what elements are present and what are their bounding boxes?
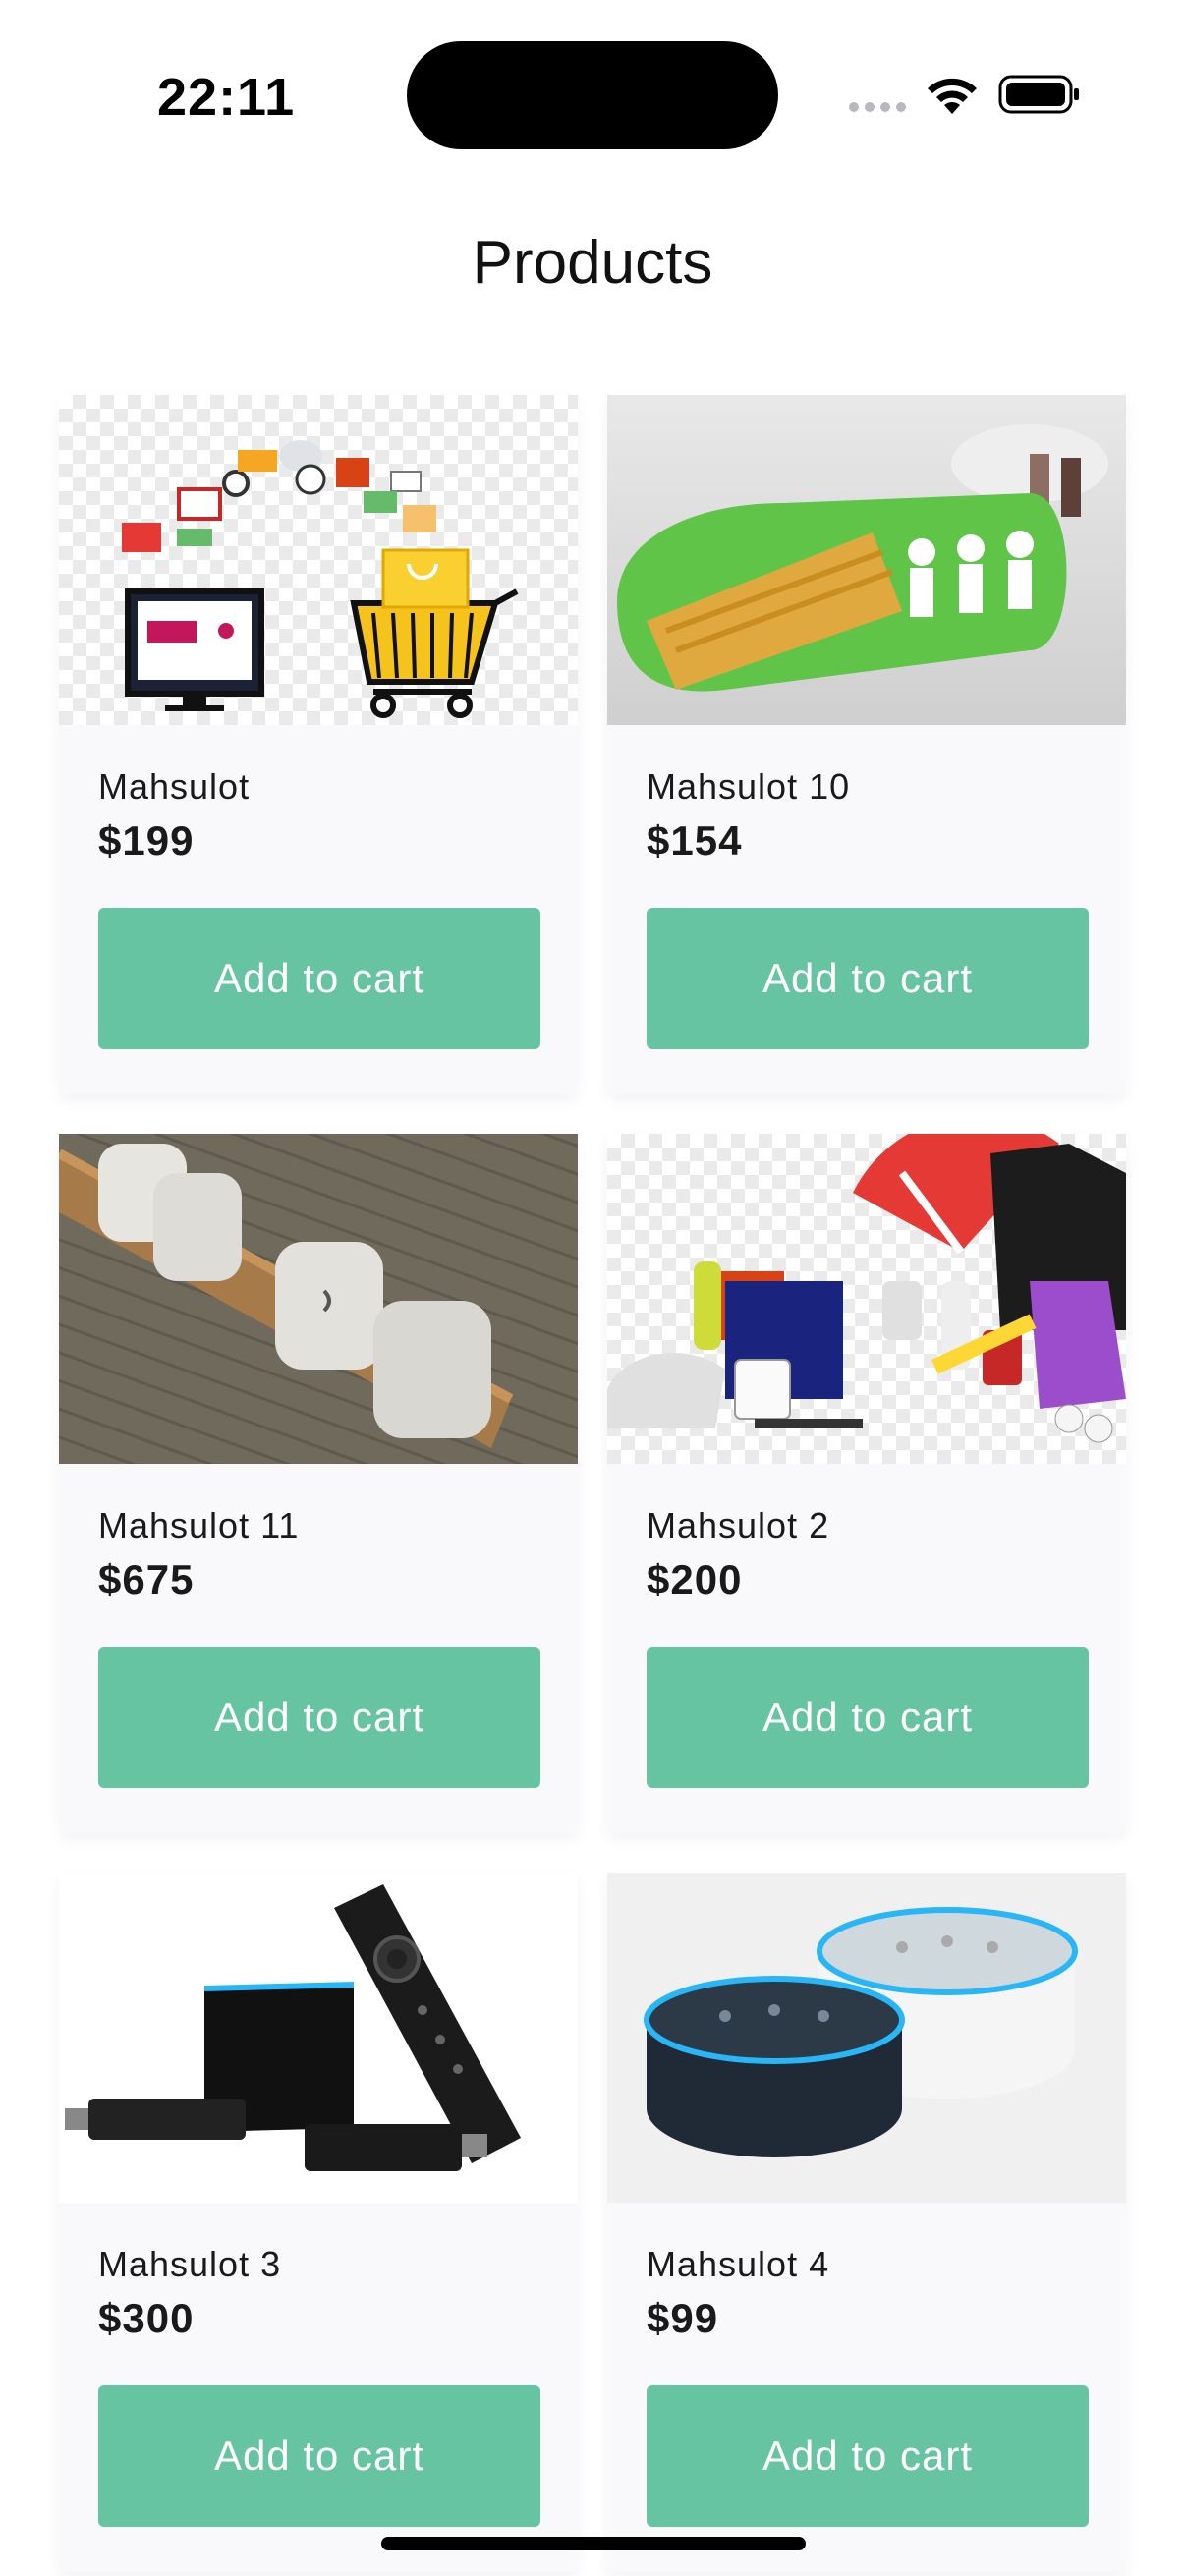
product-name: Mahsulot 2 xyxy=(647,1505,830,1545)
product-card[interactable]: Mahsulot 11 $675 Add to cart xyxy=(59,1134,578,1833)
add-to-cart-button[interactable]: Add to cart xyxy=(98,2385,540,2527)
dynamic-island xyxy=(407,41,778,149)
product-price: $199 xyxy=(98,817,195,864)
battery-icon xyxy=(998,75,1079,114)
promo-merchandise-image xyxy=(607,1134,1126,1464)
product-name: Mahsulot 4 xyxy=(647,2244,830,2284)
spaghetti-holder-image xyxy=(607,395,1126,725)
rotating-bench-image xyxy=(59,1134,578,1464)
home-indicator[interactable] xyxy=(381,2537,806,2550)
shopping-cart-ecommerce-image xyxy=(59,395,578,725)
echo-dot-speakers-image xyxy=(607,1873,1126,2203)
product-name: Mahsulot 10 xyxy=(647,766,851,807)
status-time: 22:11 xyxy=(157,68,296,127)
fire-tv-devices-image xyxy=(59,1873,578,2203)
page-title: Products xyxy=(472,229,713,297)
add-to-cart-button[interactable]: Add to cart xyxy=(647,1647,1089,1788)
add-to-cart-button[interactable]: Add to cart xyxy=(647,908,1089,1049)
add-to-cart-button[interactable]: Add to cart xyxy=(98,1647,540,1788)
wifi-icon xyxy=(928,78,977,114)
add-to-cart-button[interactable]: Add to cart xyxy=(647,2385,1089,2527)
add-to-cart-button[interactable]: Add to cart xyxy=(98,908,540,1049)
product-price: $99 xyxy=(647,2295,719,2341)
cellular-signal-icon xyxy=(849,102,906,112)
product-name: Mahsulot xyxy=(98,766,251,807)
product-name: Mahsulot 3 xyxy=(98,2244,282,2284)
product-price: $675 xyxy=(98,1556,195,1602)
product-card[interactable]: Mahsulot 2 $200 Add to cart xyxy=(607,1134,1126,1833)
product-price: $300 xyxy=(98,2295,195,2341)
product-card[interactable]: Mahsulot 10 $154 Add to cart xyxy=(607,395,1126,1094)
product-price: $154 xyxy=(647,817,743,864)
product-price: $200 xyxy=(647,1556,743,1602)
product-name: Mahsulot 11 xyxy=(98,1505,300,1545)
product-card[interactable]: Mahsulot 4 $99 Add to cart xyxy=(607,1873,1126,2572)
product-card[interactable]: Mahsulot $199 Add to cart xyxy=(59,395,578,1094)
product-card[interactable]: Mahsulot 3 $300 Add to cart xyxy=(59,1873,578,2572)
status-bar: 22:11 xyxy=(0,0,1185,149)
